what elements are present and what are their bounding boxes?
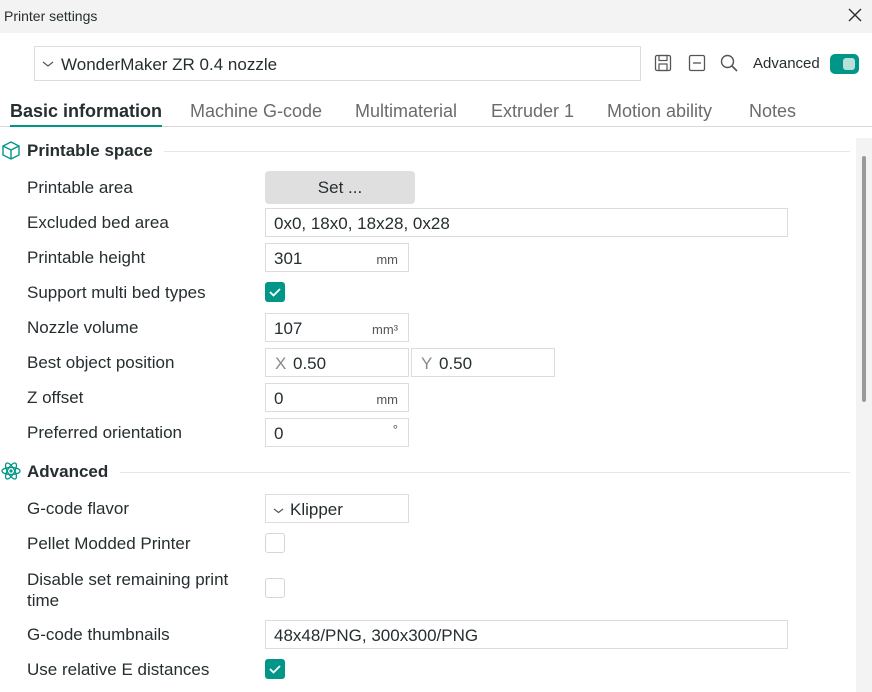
gcode-thumbnails-label: G-code thumbnails [27, 625, 170, 644]
excluded-bed-area-label: Excluded bed area [27, 213, 169, 232]
section-divider [120, 472, 850, 473]
tab-bar: Basic information Machine G-code Multima… [0, 96, 872, 127]
tab-extruder-1[interactable]: Extruder 1 [491, 101, 574, 122]
printable-height-input[interactable]: 301 mm [265, 243, 409, 272]
checkmark-icon [269, 665, 281, 674]
nozzle-volume-input[interactable]: 107 mm³ [265, 313, 409, 342]
advanced-toggle[interactable] [830, 54, 859, 74]
search-icon[interactable] [719, 53, 739, 73]
printable-area-set-button[interactable]: Set ... [265, 171, 415, 204]
printable-height-label: Printable height [27, 248, 146, 267]
preferred-orientation-unit: ° [392, 422, 398, 437]
save-icon[interactable] [653, 53, 673, 73]
section-title-printable-space: Printable space [27, 141, 153, 160]
relative-e-checkbox[interactable] [265, 659, 285, 679]
x-axis-label: X [275, 354, 287, 373]
tab-motion-ability[interactable]: Motion ability [607, 101, 712, 122]
printable-height-value: 301 [274, 249, 303, 268]
support-multi-bed-label: Support multi bed types [27, 283, 206, 302]
preferred-orientation-value: 0 [274, 424, 284, 443]
z-offset-label: Z offset [27, 388, 84, 407]
chevron-down-icon [42, 61, 54, 67]
close-icon[interactable] [846, 6, 864, 24]
pellet-modded-checkbox[interactable] [265, 533, 285, 553]
z-offset-input[interactable]: 0 mm [265, 383, 409, 412]
excluded-bed-area-value: 0x0, 18x0, 18x28, 0x28 [274, 214, 450, 233]
title-bar: Printer settings [0, 0, 872, 33]
gcode-flavor-dropdown[interactable]: Klipper [265, 494, 409, 523]
best-position-y-value: 0.50 [439, 354, 473, 373]
window-title: Printer settings [4, 8, 98, 24]
disable-remaining-time-checkbox[interactable] [265, 578, 285, 598]
disable-remaining-time-label: Disable set remaining print time [27, 570, 229, 610]
preferred-orientation-input[interactable]: 0 ° [265, 418, 409, 447]
best-position-x-value: 0.50 [293, 354, 327, 373]
gcode-thumbnails-value: 48x48/PNG, 300x300/PNG [274, 626, 479, 645]
z-offset-value: 0 [274, 389, 284, 408]
set-button-label: Set ... [317, 178, 363, 197]
nozzle-volume-label: Nozzle volume [27, 318, 139, 337]
tab-basic-information[interactable]: Basic information [10, 101, 163, 127]
relative-e-label: Use relative E distances [27, 660, 210, 679]
y-axis-label: Y [421, 354, 433, 373]
best-position-y-input[interactable]: Y 0.50 [411, 348, 555, 377]
advanced-label: Advanced [753, 55, 820, 72]
tab-multimaterial[interactable]: Multimaterial [355, 101, 457, 122]
section-title-advanced: Advanced [27, 462, 109, 481]
best-position-x-input[interactable]: X 0.50 [265, 348, 409, 377]
nozzle-volume-unit: mm³ [372, 322, 398, 337]
best-object-position-label: Best object position [27, 353, 175, 372]
section-divider [164, 151, 850, 152]
preset-dropdown[interactable]: WonderMaker ZR 0.4 nozzle [34, 46, 641, 81]
z-offset-unit: mm [376, 392, 398, 407]
advanced-icon [1, 462, 21, 480]
tab-notes[interactable]: Notes [749, 101, 796, 122]
delete-preset-icon[interactable] [687, 53, 707, 73]
checkmark-icon [269, 288, 281, 297]
support-multi-bed-checkbox[interactable] [265, 282, 285, 302]
pellet-modded-label: Pellet Modded Printer [27, 534, 191, 553]
printable-height-unit: mm [376, 252, 398, 267]
toggle-knob [843, 58, 855, 70]
preset-value: WonderMaker ZR 0.4 nozzle [61, 55, 278, 74]
chevron-down-icon [273, 508, 284, 514]
preferred-orientation-label: Preferred orientation [27, 423, 182, 442]
printable-space-icon [2, 141, 20, 160]
gcode-thumbnails-input[interactable]: 48x48/PNG, 300x300/PNG [265, 620, 788, 649]
tab-machine-gcode[interactable]: Machine G-code [190, 101, 322, 122]
excluded-bed-area-input[interactable]: 0x0, 18x0, 18x28, 0x28 [265, 208, 788, 237]
gcode-flavor-value: Klipper [290, 500, 343, 519]
scrollbar-thumb[interactable] [862, 156, 866, 402]
printable-area-label: Printable area [27, 178, 133, 197]
nozzle-volume-value: 107 [274, 319, 303, 338]
gcode-flavor-label: G-code flavor [27, 499, 130, 518]
